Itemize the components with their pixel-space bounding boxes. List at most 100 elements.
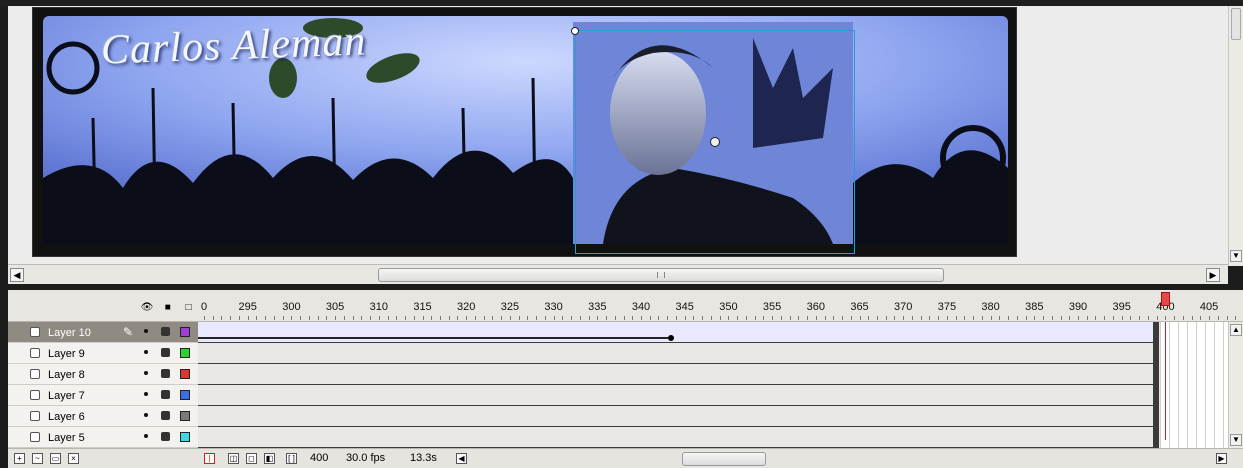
stage-horizontal-scrollbar[interactable]: ◀ ▶ [8,264,1228,284]
lock-icon[interactable] [161,369,170,378]
scroll-right-icon[interactable]: ▶ [1216,453,1227,464]
end-keyframe[interactable] [1153,343,1159,364]
add-motion-guide-icon[interactable]: ~ [32,453,43,464]
ruler-tick [474,316,476,320]
scroll-up-icon[interactable]: ▲ [1230,324,1242,336]
ruler-tick [824,316,826,320]
ruler-label: 385 [1025,301,1044,313]
layer-name[interactable]: Layer 7 [48,390,85,402]
timeline-vertical-scrollbar[interactable]: ▲ ▼ [1228,322,1243,448]
layer-color-swatch[interactable] [180,369,190,379]
layer-row[interactable]: Layer 9 [8,343,198,364]
layer-row[interactable]: Layer 5 [8,427,198,448]
scroll-left-icon[interactable]: ◀ [10,268,24,282]
onion-skin-icon[interactable]: ◫ [228,453,239,464]
timeline-hscroll-thumb[interactable] [682,452,766,466]
visibility-dot[interactable] [144,350,148,354]
end-keyframe[interactable] [1153,364,1159,385]
visibility-dot[interactable] [144,371,148,375]
lock-icon[interactable] [161,327,170,336]
layer-color-swatch[interactable] [180,411,190,421]
visibility-dot[interactable] [144,413,148,417]
ruler-tick [1156,316,1158,320]
ruler-tick [920,316,922,320]
ruler-tick [1086,316,1088,320]
lock-icon[interactable] [161,390,170,399]
layer-name[interactable]: Layer 8 [48,369,85,381]
stage-hscroll-thumb[interactable] [378,268,944,282]
scroll-down-icon[interactable]: ▼ [1230,434,1242,446]
outline-icon[interactable]: □ [180,302,198,313]
modify-onion-markers-icon[interactable]: [ ] [286,453,297,464]
frame-row[interactable] [198,364,1159,385]
tween-span[interactable] [198,337,668,339]
edit-multiple-frames-icon[interactable]: ◧ [264,453,275,464]
eye-icon[interactable]: 👁 [138,302,156,313]
layer-name[interactable]: Layer 5 [48,432,85,444]
lock-icon[interactable]: ■ [159,302,177,313]
layer-icon [30,432,40,442]
ruler-tick [387,316,389,320]
scroll-left-icon[interactable]: ◀ [456,453,467,464]
ruler-tick [745,316,747,320]
ruler-tick [256,316,258,320]
empty-frames[interactable] [1160,322,1230,448]
layer-row[interactable]: Layer 10 ✎ [8,322,198,343]
lock-icon[interactable] [161,411,170,420]
ruler-label: 300 [282,301,301,313]
insert-layer-icon[interactable]: + [14,453,25,464]
selection-bounding-box[interactable] [571,27,855,254]
keyframe[interactable] [668,335,674,341]
frame-grid[interactable] [198,322,1230,448]
stage-vertical-scrollbar[interactable]: ▼ [1228,6,1243,266]
scroll-right-icon[interactable]: ▶ [1206,268,1220,282]
layer-row[interactable]: Layer 6 [8,406,198,427]
playhead[interactable] [1161,292,1171,306]
frame-row[interactable] [198,385,1159,406]
frame-row[interactable] [198,406,1159,427]
ruler-tick [212,316,214,320]
layer-name[interactable]: Layer 6 [48,411,85,423]
ruler-tick [911,316,913,320]
visibility-dot[interactable] [144,434,148,438]
banner-artwork[interactable]: Carlos Aleman [32,7,1017,257]
layer-name[interactable]: Layer 9 [48,348,85,360]
ruler-tick [649,316,651,320]
lock-icon[interactable] [161,432,170,441]
transform-handle[interactable] [571,27,579,35]
ruler-tick [981,316,983,320]
layer-color-swatch[interactable] [180,390,190,400]
current-frame: 400 [310,452,329,464]
stage-area[interactable]: Carlos Aleman [8,6,1228,264]
layer-color-swatch[interactable] [180,348,190,358]
layer-color-swatch[interactable] [180,432,190,442]
frame-row[interactable] [198,427,1159,448]
center-frame-icon[interactable]: | [204,453,215,464]
ruler-tick [422,316,424,320]
end-keyframe[interactable] [1153,406,1159,427]
end-keyframe[interactable] [1153,427,1159,448]
layer-color-swatch[interactable] [180,327,190,337]
layer-row[interactable]: Layer 7 [8,385,198,406]
stage-vscroll-thumb[interactable] [1231,8,1241,40]
ruler-label: 380 [981,301,1000,313]
frame-row[interactable] [198,322,1159,343]
frame-row[interactable] [198,343,1159,364]
lock-icon[interactable] [161,348,170,357]
visibility-dot[interactable] [144,329,148,333]
layer-column-icons: 👁 ■ □ [138,302,198,313]
delete-layer-icon[interactable]: × [68,453,79,464]
insert-folder-icon[interactable]: ▭ [50,453,61,464]
frame-ruler[interactable]: 0 295 300 305 310 315 320 325 330 335 340 345 350 355… [198,290,1243,322]
registration-point[interactable] [710,137,720,147]
ruler-tick [710,316,712,320]
layer-row[interactable]: Layer 8 [8,364,198,385]
onion-skin-outlines-icon[interactable]: ◻ [246,453,257,464]
visibility-dot[interactable] [144,392,148,396]
scroll-down-icon[interactable]: ▼ [1230,250,1242,262]
ruler-tick [606,316,608,320]
end-keyframe[interactable] [1153,385,1159,406]
layer-name[interactable]: Layer 10 [48,327,91,339]
ruler-tick [1226,316,1228,320]
end-keyframe[interactable] [1153,322,1159,343]
